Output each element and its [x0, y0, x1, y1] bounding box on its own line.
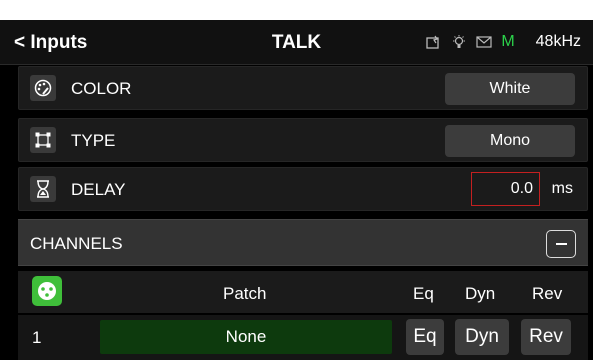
status-indicator-m: M [501, 33, 515, 50]
setting-row-color: COLOR White [18, 66, 588, 110]
palette-icon [30, 75, 56, 101]
channels-section-header: CHANNELS [18, 219, 588, 266]
lamp-icon [453, 35, 466, 48]
header-bar: < Inputs TALK M 48kHz [0, 20, 593, 65]
color-select-button[interactable]: White [445, 73, 575, 105]
hourglass-icon [30, 176, 56, 202]
xlr-connector-icon [32, 276, 62, 306]
column-header-rev: Rev [532, 284, 563, 303]
mail-icon [476, 36, 492, 48]
edit-screen-icon [426, 35, 439, 49]
delay-unit: ms [551, 180, 573, 197]
channels-table-header: Patch Eq Dyn Rev [18, 271, 588, 313]
patch-button[interactable]: None [100, 320, 392, 354]
type-label: TYPE [71, 131, 116, 150]
delay-input[interactable]: 0.0 [471, 172, 540, 206]
delay-label: DELAY [71, 180, 126, 199]
minus-icon [555, 243, 567, 245]
frame-icon [30, 127, 56, 153]
top-strip [0, 0, 593, 20]
status-area: M 48kHz [426, 33, 581, 51]
column-header-eq: Eq [413, 284, 434, 303]
channels-label: CHANNELS [30, 234, 123, 253]
type-select-button[interactable]: Mono [445, 125, 575, 157]
setting-row-type: TYPE Mono [18, 118, 588, 162]
color-label: COLOR [71, 79, 132, 98]
sample-rate: 48kHz [535, 33, 581, 50]
column-header-patch: Patch [223, 284, 267, 303]
dyn-button[interactable]: Dyn [455, 319, 509, 355]
column-header-dyn: Dyn [465, 284, 496, 303]
channel-number: 1 [32, 328, 42, 347]
collapse-button[interactable] [546, 230, 576, 258]
eq-button[interactable]: Eq [406, 319, 444, 355]
setting-row-delay: DELAY 0.0 ms [18, 167, 588, 211]
table-row: 1 None Eq Dyn Rev [18, 315, 588, 360]
rev-button[interactable]: Rev [521, 319, 571, 355]
